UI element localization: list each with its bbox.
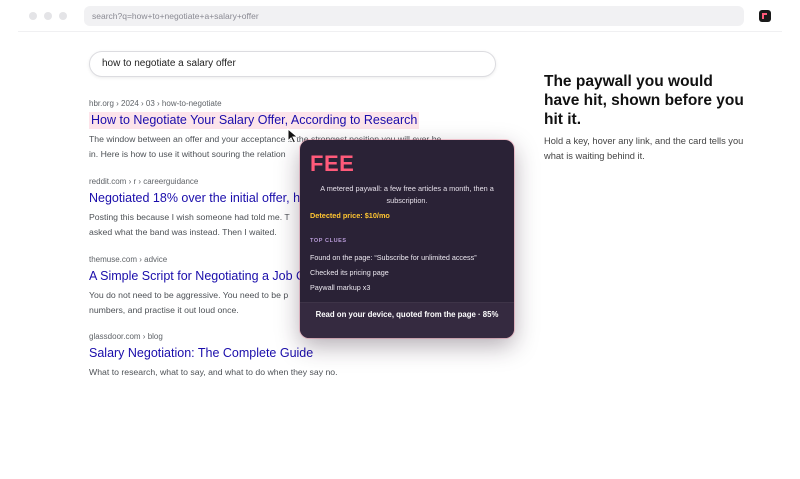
window-minimize-dot[interactable] xyxy=(44,12,52,20)
snippet-line: What to research, what to say, and what … xyxy=(89,367,338,377)
search-input[interactable]: how to negotiate a salary offer xyxy=(89,51,496,77)
result-title-link[interactable]: Salary Negotiation: The Complete Guide xyxy=(89,345,509,362)
mouse-cursor-icon xyxy=(287,128,299,144)
card-footer: Read on your device, quoted from the pag… xyxy=(300,302,514,338)
clue-item: Checked its pricing page xyxy=(310,268,389,277)
paywall-description: A metered paywall: a few free articles a… xyxy=(320,184,494,205)
promo-text: Hold a key, hover any link, and the card… xyxy=(544,136,744,161)
clue-item: Paywall markup x3 xyxy=(310,283,371,292)
extension-icon[interactable] xyxy=(759,10,771,22)
fee-logo: FEE xyxy=(310,151,355,176)
result-title-link[interactable]: How to Negotiate Your Salary Offer, Acco… xyxy=(89,112,420,129)
toolbar-divider xyxy=(18,31,782,32)
paywall-preview-card: FEE A metered paywall: a few free articl… xyxy=(300,140,514,338)
clues-heading: TOP CLUES xyxy=(310,238,347,244)
result-breadcrumb: hbr.org › 2024 › 03 › how-to-negotiate xyxy=(89,99,222,108)
browser-toolbar: search?q=how+to+negotiate+a+salary+offer xyxy=(0,0,800,32)
search-result: glassdoor.com › blog Salary Negotiation:… xyxy=(89,332,509,380)
clue-item: Found on the page: “Subscribe for unlimi… xyxy=(310,253,477,262)
promo-heading: The paywall you would have hit, shown be… xyxy=(544,73,744,128)
detected-price: Detected price: $10/mo xyxy=(310,211,390,220)
result-snippet: What to research, what to say, and what … xyxy=(89,365,479,380)
window-close-dot[interactable] xyxy=(29,12,37,20)
window-maximize-dot[interactable] xyxy=(59,12,67,20)
address-bar[interactable]: search?q=how+to+negotiate+a+salary+offer xyxy=(84,6,744,26)
